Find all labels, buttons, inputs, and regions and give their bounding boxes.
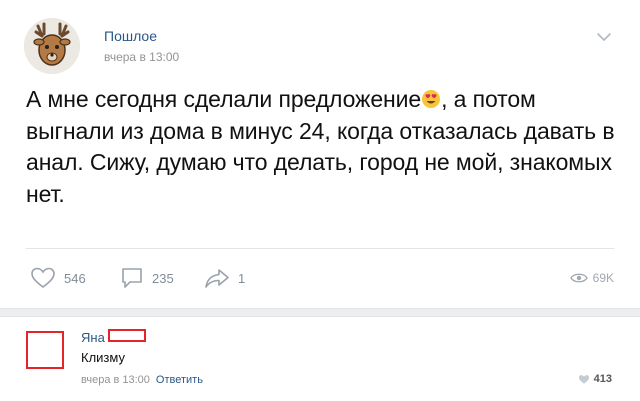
like-button[interactable]: 546 [30, 262, 86, 294]
comment-count: 235 [152, 270, 174, 286]
heart-eyes-emoji [422, 90, 441, 108]
redacted-name-box [108, 329, 146, 342]
post-text: А мне сегодня сделали предложение, а пот… [26, 84, 616, 210]
comment-author[interactable]: Яна [81, 330, 105, 345]
comment-meta: вчера в 13:00 Ответить [81, 374, 203, 386]
heart-icon [31, 267, 55, 289]
reply-link[interactable]: Ответить [156, 374, 203, 386]
comment-like-button[interactable]: 413 [578, 373, 612, 385]
section-separator [0, 308, 640, 317]
comment-icon [122, 268, 142, 288]
chevron-down-icon[interactable] [596, 32, 612, 42]
views-counter: 69K [569, 262, 614, 294]
deer-icon [24, 18, 80, 74]
share-count: 1 [238, 270, 246, 286]
comment-avatar-redacted[interactable] [26, 331, 64, 369]
post-actions: 546 235 1 69K [26, 262, 616, 294]
eye-icon [569, 273, 588, 283]
divider [26, 248, 614, 249]
share-icon [205, 269, 229, 288]
views-count: 69K [592, 271, 614, 285]
comment-button[interactable]: 235 [120, 262, 174, 294]
share-button[interactable]: 1 [204, 262, 245, 294]
like-count: 546 [64, 270, 86, 286]
comment-text: Клизму [81, 350, 125, 365]
comment-like-count: 413 [593, 373, 612, 385]
post-timestamp[interactable]: вчера в 13:00 [104, 50, 179, 64]
heart-filled-icon [578, 374, 589, 384]
post-text-part1: А мне сегодня сделали предложение [26, 86, 422, 112]
post-header: Пошлое вчера в 13:00 [24, 18, 616, 78]
comment-timestamp[interactable]: вчера в 13:00 [81, 374, 150, 386]
community-name[interactable]: Пошлое [104, 28, 157, 44]
community-avatar[interactable] [24, 18, 80, 74]
